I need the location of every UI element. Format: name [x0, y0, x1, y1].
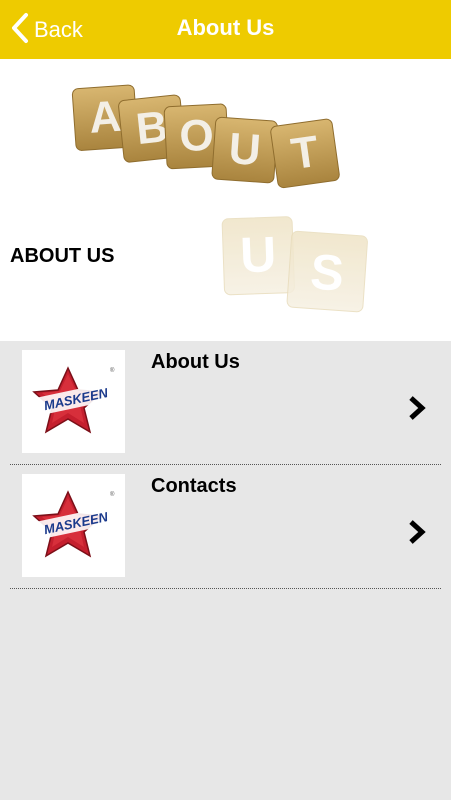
tile-letter: A [87, 92, 122, 143]
maskeen-logo-thumb: MASKEEN ® [22, 474, 125, 577]
item-title: About Us [151, 351, 240, 373]
nav-bar: Back About Us [0, 0, 451, 59]
chevron-right-icon [409, 520, 426, 544]
tile-letter: O [178, 110, 215, 161]
page-title: About Us [176, 15, 275, 40]
svg-text:®: ® [110, 367, 115, 374]
item-title: Contacts [151, 475, 237, 497]
letter-tiles-image: A B O U T U S [71, 84, 368, 313]
chevron-right-icon [409, 396, 426, 420]
tile-letter: U [227, 124, 262, 175]
about-banner: A B O U T U S ABOUT US [0, 59, 451, 341]
maskeen-logo-thumb: MASKEEN ® [22, 350, 125, 453]
tile-letter: S [309, 243, 346, 301]
menu-list: MASKEEN ® About Us MASKEEN ® Contacts [0, 341, 451, 589]
banner-heading: ABOUT US [10, 245, 115, 267]
list-item-about-us[interactable]: MASKEEN ® About Us [0, 341, 451, 465]
tile-letter: U [239, 226, 277, 283]
svg-text:®: ® [110, 491, 115, 498]
divider [10, 588, 441, 589]
list-item-contacts[interactable]: MASKEEN ® Contacts [0, 465, 451, 589]
